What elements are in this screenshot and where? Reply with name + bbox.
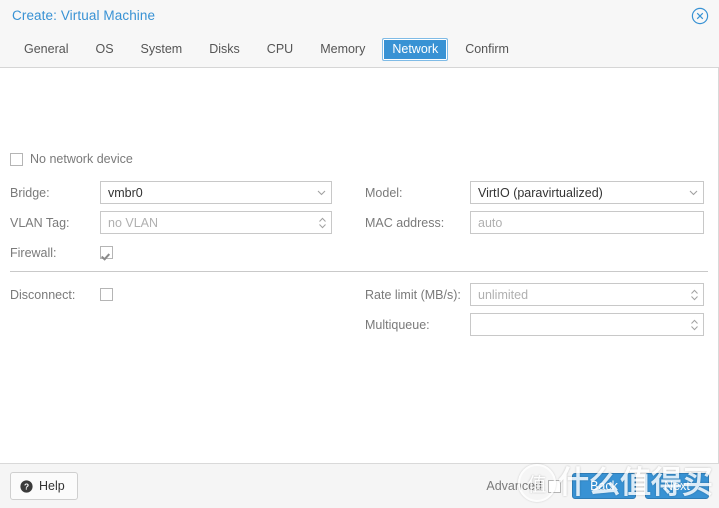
next-button[interactable]: Next xyxy=(645,473,709,499)
form-row-disconnect-ratelimit: Disconnect: Rate limit (MB/s): unlimited xyxy=(0,280,718,309)
tab-confirm[interactable]: Confirm xyxy=(455,38,519,61)
chevron-down-icon xyxy=(317,190,326,196)
multiqueue-input[interactable] xyxy=(470,313,704,336)
vlan-tag-label: VLAN Tag: xyxy=(10,215,70,230)
form-row-bridge-model: Bridge: vmbr0 Model: VirtIO (paravirtual… xyxy=(0,178,718,207)
rate-limit-input[interactable]: unlimited xyxy=(470,283,704,306)
no-network-device-row: No network device xyxy=(10,152,133,166)
network-form-panel: No network device Bridge: vmbr0 Model: V… xyxy=(0,68,719,464)
chevron-down-icon xyxy=(689,190,698,196)
disconnect-checkbox[interactable] xyxy=(100,288,113,301)
spinner-arrows-icon[interactable] xyxy=(690,288,699,302)
no-network-device-label: No network device xyxy=(30,152,133,166)
dialog-titlebar: Create: Virtual Machine xyxy=(0,0,719,31)
advanced-toggle[interactable]: Advanced xyxy=(486,479,561,493)
mac-address-input[interactable]: auto xyxy=(470,211,704,234)
footer-actions: Advanced Back Next xyxy=(486,473,709,499)
no-network-device-checkbox[interactable] xyxy=(10,152,23,166)
mac-address-field-group: MAC address: auto xyxy=(360,211,718,234)
model-label: Model: xyxy=(365,185,403,200)
vlan-tag-value: no VLAN xyxy=(108,215,159,230)
disconnect-field-group: Disconnect: xyxy=(0,288,360,302)
rate-limit-field-group: Rate limit (MB/s): unlimited xyxy=(360,283,718,306)
disconnect-label: Disconnect: xyxy=(10,287,76,302)
advanced-label: Advanced xyxy=(486,479,542,493)
multiqueue-label: Multiqueue: xyxy=(365,317,430,332)
form-row-vlan-mac: VLAN Tag: no VLAN MAC address: auto xyxy=(0,208,718,237)
bridge-label: Bridge: xyxy=(10,185,50,200)
dialog-title: Create: Virtual Machine xyxy=(12,8,156,23)
tab-general[interactable]: General xyxy=(14,38,78,61)
spinner-arrows-icon[interactable] xyxy=(318,216,327,230)
model-field-group: Model: VirtIO (paravirtualized) xyxy=(360,181,718,204)
vlan-tag-input[interactable]: no VLAN xyxy=(100,211,332,234)
help-button[interactable]: ? Help xyxy=(10,472,78,500)
model-value: VirtIO (paravirtualized) xyxy=(478,185,603,200)
tab-system[interactable]: System xyxy=(131,38,193,61)
svg-text:?: ? xyxy=(24,481,29,491)
bridge-select[interactable]: vmbr0 xyxy=(100,181,332,204)
firewall-label: Firewall: xyxy=(10,245,57,260)
tab-cpu[interactable]: CPU xyxy=(257,38,303,61)
mac-address-value: auto xyxy=(478,215,503,230)
tab-memory[interactable]: Memory xyxy=(310,38,375,61)
form-separator xyxy=(10,271,708,272)
form-row-firewall: Firewall: xyxy=(0,238,718,267)
spinner-arrows-icon[interactable] xyxy=(690,318,699,332)
question-circle-icon: ? xyxy=(20,479,33,493)
wizard-tabbar: General OS System Disks CPU Memory Netwo… xyxy=(0,31,719,68)
advanced-checkbox[interactable] xyxy=(548,479,561,493)
bridge-field-group: Bridge: vmbr0 xyxy=(0,181,360,204)
firewall-field-group: Firewall: xyxy=(0,246,360,260)
vlan-tag-field-group: VLAN Tag: no VLAN xyxy=(0,211,360,234)
tab-disks[interactable]: Disks xyxy=(199,38,250,61)
upper-form-grid: Bridge: vmbr0 Model: VirtIO (paravirtual… xyxy=(0,178,718,268)
model-select[interactable]: VirtIO (paravirtualized) xyxy=(470,181,704,204)
multiqueue-field-group: Multiqueue: xyxy=(360,313,718,336)
lower-form-grid: Disconnect: Rate limit (MB/s): unlimited xyxy=(0,280,718,340)
help-button-label: Help xyxy=(39,479,65,493)
dialog-footer: ? Help Advanced Back Next 值 什么值得买 xyxy=(0,464,719,508)
rate-limit-value: unlimited xyxy=(478,287,529,302)
tab-os[interactable]: OS xyxy=(85,38,123,61)
close-icon[interactable] xyxy=(691,7,709,25)
tab-network[interactable]: Network xyxy=(382,37,449,61)
bridge-value: vmbr0 xyxy=(108,185,143,200)
back-button[interactable]: Back xyxy=(572,473,636,499)
mac-address-label: MAC address: xyxy=(365,215,445,230)
rate-limit-label: Rate limit (MB/s): xyxy=(365,287,461,302)
form-row-multiqueue: Multiqueue: xyxy=(0,310,718,339)
firewall-checkbox[interactable] xyxy=(100,246,113,259)
create-vm-dialog: Create: Virtual Machine General OS Syste… xyxy=(0,0,719,508)
